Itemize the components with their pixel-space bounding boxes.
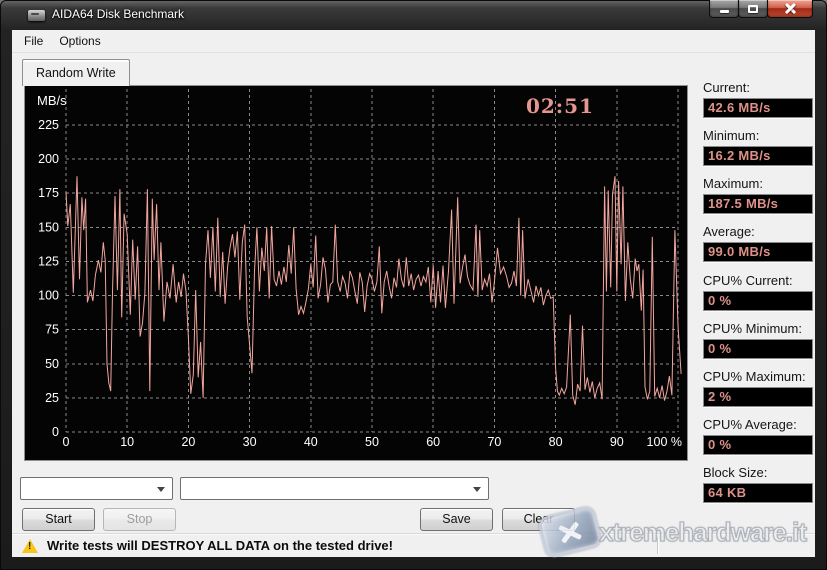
- svg-text:125: 125: [38, 254, 59, 268]
- window-title: AIDA64 Disk Benchmark: [52, 7, 184, 21]
- stat-average: Average: 99.0 MB/s: [703, 224, 813, 262]
- stat-value: 2 %: [703, 387, 813, 407]
- window-controls: [710, 0, 813, 18]
- stat-maximum: Maximum: 187.5 MB/s: [703, 176, 813, 214]
- svg-text:90: 90: [610, 435, 624, 449]
- svg-text:20: 20: [181, 435, 195, 449]
- screen: AIDA64 Disk Benchmark File Options Rando…: [0, 0, 827, 570]
- svg-text:80: 80: [549, 435, 563, 449]
- svg-text:0: 0: [63, 435, 70, 449]
- svg-text:100: 100: [38, 289, 59, 303]
- clear-button[interactable]: Clear: [502, 508, 575, 531]
- close-button[interactable]: [767, 0, 813, 18]
- stat-label: Average:: [703, 224, 813, 242]
- stat-label: Current:: [703, 80, 813, 98]
- chevron-down-icon: [473, 487, 481, 492]
- stat-value: 187.5 MB/s: [703, 194, 813, 214]
- svg-text:50: 50: [45, 357, 59, 371]
- menu-bar: File Options: [12, 30, 815, 53]
- svg-text:100 %: 100 %: [647, 435, 682, 449]
- svg-text:150: 150: [38, 220, 59, 234]
- minimize-icon: [720, 10, 729, 13]
- stat-label: CPU% Current:: [703, 273, 813, 291]
- stat-value: 64 KB: [703, 483, 813, 503]
- svg-text:75: 75: [45, 323, 59, 337]
- svg-text:40: 40: [304, 435, 318, 449]
- stat-cpu-average: CPU% Average: 0 %: [703, 417, 813, 455]
- svg-text:30: 30: [243, 435, 257, 449]
- app-window: AIDA64 Disk Benchmark File Options Rando…: [0, 0, 827, 570]
- status-bar-separator: [657, 537, 658, 554]
- stat-block-size: Block Size: 64 KB: [703, 465, 813, 503]
- benchmark-chart: 0 10 20 30 40 50 60 70 80 90 100 % 0 25 50 75 100 125 150…: [25, 86, 687, 460]
- svg-text:225: 225: [38, 118, 59, 132]
- tab-random-write[interactable]: Random Write: [22, 59, 130, 86]
- title-bar[interactable]: AIDA64 Disk Benchmark: [0, 0, 827, 30]
- stat-label: CPU% Minimum:: [703, 321, 813, 339]
- stat-cpu-maximum: CPU% Maximum: 2 %: [703, 369, 813, 407]
- test-type-select[interactable]: Random Write: [20, 477, 173, 500]
- client-area: Random Write 0 10 20 30 40 50 60 70 80 90 100 % 0 25…: [12, 53, 815, 557]
- status-bar: Write tests will DESTROY ALL DATA on the…: [12, 533, 815, 557]
- close-icon: [784, 2, 797, 15]
- stat-value: 42.6 MB/s: [703, 98, 813, 118]
- stat-cpu-current: CPU% Current: 0 %: [703, 273, 813, 311]
- svg-text:50: 50: [365, 435, 379, 449]
- maximize-button[interactable]: [738, 0, 768, 18]
- menu-item-options[interactable]: Options: [51, 30, 108, 52]
- maximize-icon: [748, 5, 758, 13]
- chart-frame: 0 10 20 30 40 50 60 70 80 90 100 % 0 25 50 75 100 125 150…: [24, 85, 688, 461]
- svg-text:02:51: 02:51: [526, 94, 594, 118]
- svg-text:25: 25: [45, 391, 59, 405]
- stat-value: 99.0 MB/s: [703, 242, 813, 262]
- drive-select[interactable]: Disk Drive #2 [SPCC SSD101] (111.8 GB): [180, 477, 489, 500]
- svg-text:70: 70: [487, 435, 501, 449]
- app-icon: [28, 10, 45, 21]
- svg-text:10: 10: [120, 435, 134, 449]
- stat-label: CPU% Maximum:: [703, 369, 813, 387]
- stats-panel: Current: 42.6 MB/s Minimum: 16.2 MB/s Ma…: [703, 80, 813, 513]
- stat-value: 0 %: [703, 435, 813, 455]
- menu-item-file[interactable]: File: [16, 30, 51, 52]
- stat-minimum: Minimum: 16.2 MB/s: [703, 128, 813, 166]
- svg-text:200: 200: [38, 152, 59, 166]
- stat-cpu-minimum: CPU% Minimum: 0 %: [703, 321, 813, 359]
- stat-value: 16.2 MB/s: [703, 146, 813, 166]
- stat-value: 0 %: [703, 291, 813, 311]
- stat-current: Current: 42.6 MB/s: [703, 80, 813, 118]
- svg-text:175: 175: [38, 186, 59, 200]
- svg-text:60: 60: [426, 435, 440, 449]
- stat-label: Block Size:: [703, 465, 813, 483]
- svg-text:0: 0: [52, 425, 59, 439]
- chevron-down-icon: [157, 487, 165, 492]
- stat-value: 0 %: [703, 339, 813, 359]
- start-button[interactable]: Start: [22, 508, 95, 531]
- stat-label: CPU% Average:: [703, 417, 813, 435]
- stat-label: Minimum:: [703, 128, 813, 146]
- svg-text:MB/s: MB/s: [37, 93, 67, 108]
- stat-label: Maximum:: [703, 176, 813, 194]
- minimize-button[interactable]: [709, 0, 739, 18]
- save-button[interactable]: Save: [420, 508, 493, 531]
- status-warning-text: Write tests will DESTROY ALL DATA on the…: [47, 538, 393, 553]
- warning-icon: [22, 539, 38, 553]
- stop-button[interactable]: Stop: [103, 508, 176, 531]
